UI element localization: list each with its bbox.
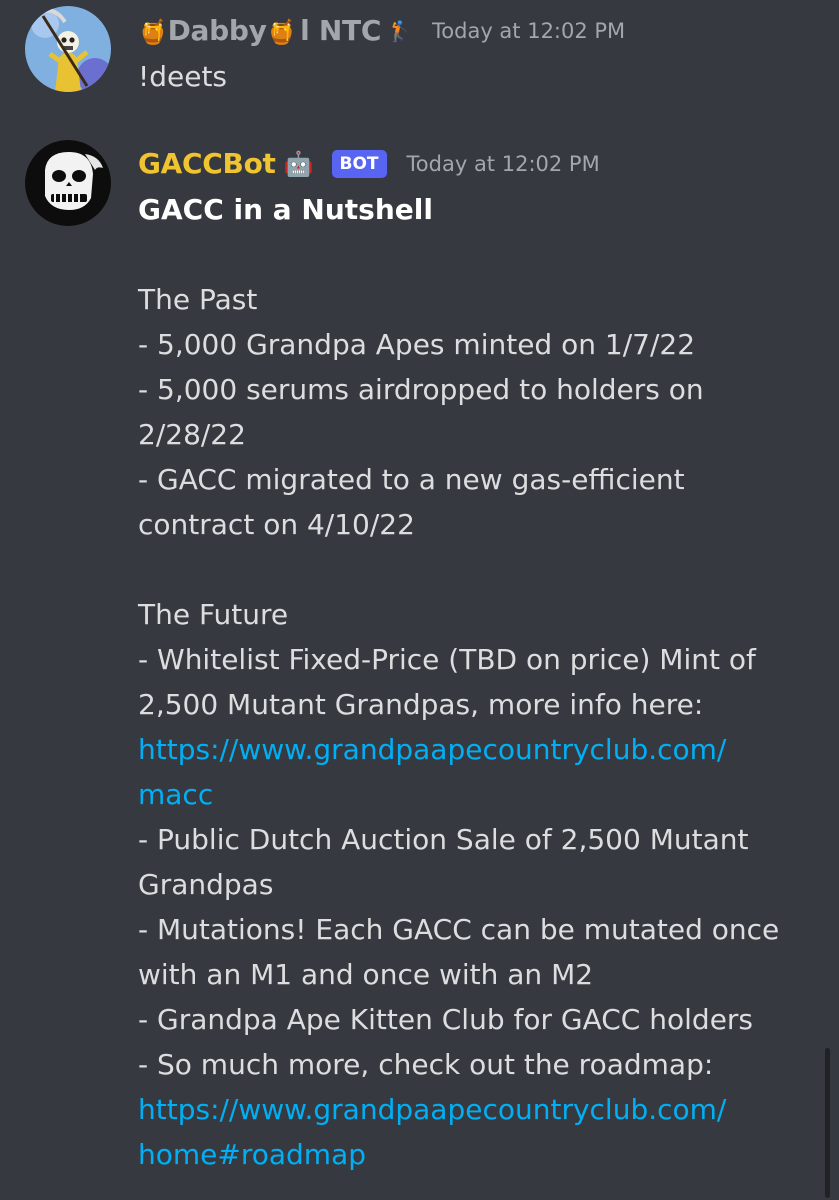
message-line: with an M1 and once with an M2 [138,958,594,991]
message-line: contract on 4/10/22 [138,508,415,541]
message-line: - 5,000 serums airdropped to holders on [138,373,704,406]
timestamp[interactable]: Today at 12:02 PM [407,152,600,176]
message-line: 2/28/22 [138,418,246,451]
timestamp[interactable]: Today at 12:02 PM [432,19,625,43]
honey-pot-icon: 🍯 [138,18,168,46]
message-line: - So much more, check out the roadmap: [138,1048,714,1081]
skeleton-reaper-avatar-icon [25,6,111,92]
username[interactable]: 🍯Dabby🍯 l NTC [138,14,381,47]
user-avatar[interactable] [25,6,111,92]
message-content: GACC in a Nutshell The Past - 5,000 Gran… [138,187,811,1177]
robot-icon: 🤖 [283,149,314,178]
macc-link[interactable]: macc [138,772,811,817]
message-line: - Mutations! Each GACC can be mutated on… [138,913,780,946]
section-heading: The Future [138,598,289,631]
ape-skull-avatar-icon [25,140,111,226]
username-text: Dabby [167,14,267,47]
bot-tag: BOT [331,149,387,178]
message-line: - 5,000 Grandpa Apes minted on 1/7/22 [138,328,696,361]
scrollbar[interactable] [825,1048,830,1198]
message-text: !deets [138,60,228,93]
message-content: !deets [138,54,811,99]
honey-pot-icon: 🍯 [266,18,297,46]
message-line: - Grandpa Ape Kitten Club for GACC holde… [138,1003,754,1036]
section-heading: The Past [138,283,258,316]
golfer-icon: 🏌 [387,18,413,43]
bot-avatar[interactable] [25,140,111,226]
roadmap-link[interactable]: https://www.grandpaapecountryclub.com/ [138,1087,811,1132]
message-line: - GACC migrated to a new gas-efficient [138,463,685,496]
username-suffix: l NTC [300,14,382,47]
username[interactable]: GACCBot [138,147,276,180]
message-title: GACC in a Nutshell [138,193,433,226]
macc-link[interactable]: https://www.grandpaapecountryclub.com/ [138,727,811,772]
message-header: GACCBot 🤖 BOT Today at 12:02 PM [138,147,600,180]
roadmap-link[interactable]: home#roadmap [138,1132,811,1177]
message-line: - Public Dutch Auction Sale of 2,500 Mut… [138,823,749,856]
message-line: - Whitelist Fixed-Price (TBD on price) M… [138,643,756,676]
message-line: 2,500 Mutant Grandpas, more info here: [138,688,704,721]
message-line: Grandpas [138,868,274,901]
message-header: 🍯Dabby🍯 l NTC 🏌 Today at 12:02 PM [138,14,625,47]
